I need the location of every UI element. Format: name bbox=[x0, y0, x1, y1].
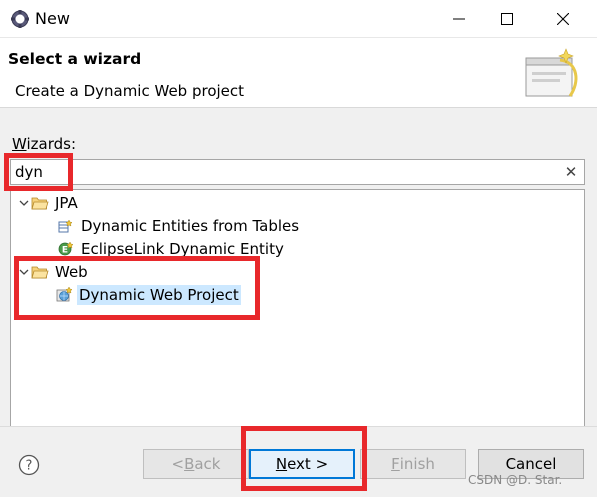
wizard-body: Wizards: ✕ JPA Dynamic Entities from Tab… bbox=[0, 108, 597, 466]
close-icon bbox=[557, 13, 569, 25]
tree-item-jpa[interactable]: JPA bbox=[17, 191, 80, 214]
eclipselink-icon: E bbox=[57, 240, 75, 258]
eclipse-new-icon bbox=[11, 10, 29, 28]
svg-text:?: ? bbox=[26, 459, 33, 474]
tree-item-dynamic-entities-from-tables[interactable]: Dynamic Entities from Tables bbox=[57, 214, 301, 237]
wizard-filter-field[interactable]: ✕ bbox=[10, 159, 585, 185]
close-button[interactable] bbox=[540, 0, 586, 38]
minimize-icon bbox=[453, 18, 465, 20]
tree-item-label: JPA bbox=[55, 193, 78, 212]
help-icon[interactable]: ? bbox=[18, 454, 40, 476]
folder-open-icon bbox=[31, 263, 49, 281]
tree-item-label: Dynamic Entities from Tables bbox=[81, 216, 300, 235]
wizard-header: Select a wizard Create a Dynamic Web pro… bbox=[0, 38, 597, 108]
tree-item-label: Dynamic Web Project bbox=[77, 284, 241, 305]
finish-button[interactable]: Finish bbox=[360, 449, 466, 479]
button-bar: ? < Back Next > Finish Cancel CSDN @D. S… bbox=[0, 426, 597, 497]
next-button[interactable]: Next > bbox=[249, 449, 355, 479]
tree-item-web[interactable]: Web bbox=[17, 260, 90, 283]
wizard-tree[interactable]: JPA Dynamic Entities from Tables E Eclip… bbox=[10, 189, 585, 466]
page-description: Create a Dynamic Web project bbox=[15, 82, 245, 100]
wizard-filter-input[interactable] bbox=[15, 162, 555, 182]
tree-item-label: Web bbox=[55, 262, 88, 281]
maximize-button[interactable] bbox=[484, 0, 530, 38]
window-title: New bbox=[35, 9, 70, 28]
chevron-down-icon[interactable] bbox=[17, 196, 31, 210]
svg-text:E: E bbox=[62, 245, 68, 255]
watermark: CSDN @D. Star. bbox=[468, 473, 563, 487]
minimize-button[interactable] bbox=[436, 0, 482, 38]
web-project-icon bbox=[55, 285, 73, 304]
tree-item-dynamic-web-project[interactable]: Dynamic Web Project bbox=[55, 283, 241, 306]
folder-open-icon bbox=[31, 194, 49, 212]
maximize-icon bbox=[501, 13, 513, 25]
back-button[interactable]: < Back bbox=[143, 449, 249, 479]
wizards-label: Wizards: bbox=[12, 135, 77, 153]
entities-icon bbox=[57, 217, 75, 235]
page-title: Select a wizard bbox=[8, 50, 142, 68]
chevron-down-icon[interactable] bbox=[17, 265, 31, 279]
tree-item-label: EclipseLink Dynamic Entity bbox=[81, 239, 284, 258]
clear-icon[interactable]: ✕ bbox=[563, 163, 579, 181]
new-wizard-banner-icon bbox=[525, 48, 578, 97]
title-bar: New bbox=[0, 0, 597, 38]
tree-item-eclipselink-dynamic-entity[interactable]: E EclipseLink Dynamic Entity bbox=[57, 237, 286, 260]
